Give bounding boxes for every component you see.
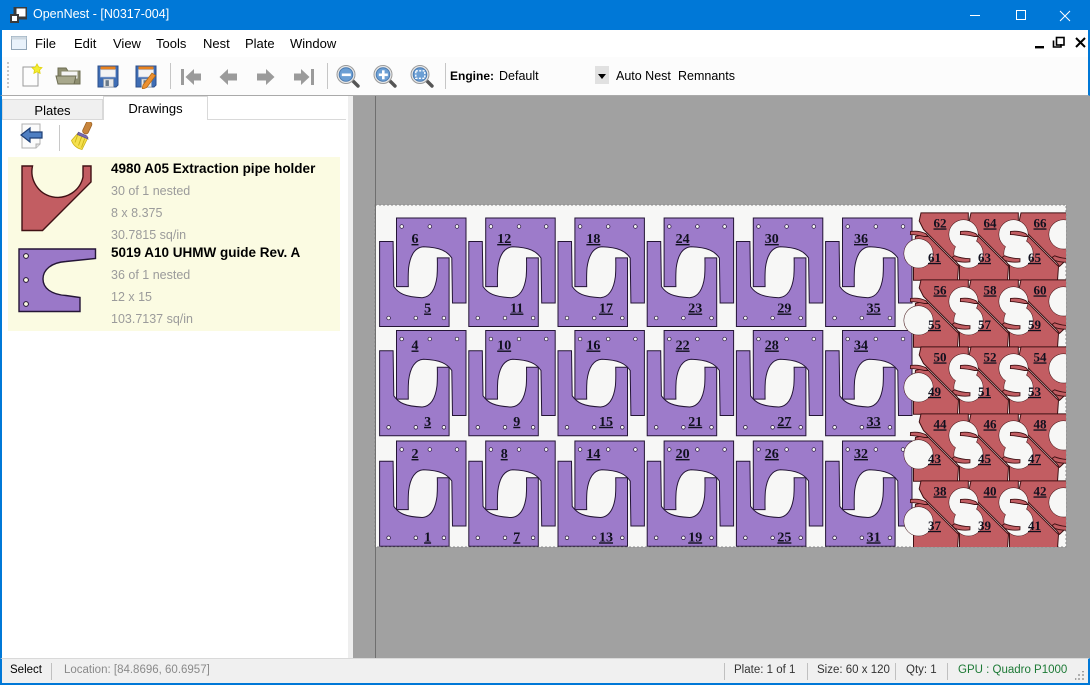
svg-text:21: 21	[688, 415, 702, 430]
svg-text:3: 3	[424, 415, 431, 430]
svg-text:42: 42	[1034, 483, 1047, 498]
svg-text:29: 29	[777, 302, 791, 317]
svg-text:62: 62	[934, 215, 947, 230]
svg-text:7: 7	[513, 530, 520, 545]
svg-text:33: 33	[867, 415, 881, 430]
svg-text:15: 15	[599, 415, 613, 430]
svg-text:47: 47	[1028, 451, 1042, 466]
svg-text:40: 40	[984, 483, 997, 498]
svg-text:4: 4	[412, 339, 419, 354]
svg-text:26: 26	[765, 447, 779, 462]
svg-text:27: 27	[777, 415, 791, 430]
svg-text:19: 19	[688, 530, 702, 545]
svg-text:55: 55	[928, 317, 942, 332]
svg-text:8: 8	[501, 447, 508, 462]
svg-text:22: 22	[676, 339, 690, 354]
svg-text:20: 20	[676, 447, 690, 462]
svg-text:11: 11	[510, 302, 523, 317]
svg-text:17: 17	[599, 302, 613, 317]
svg-text:59: 59	[1028, 317, 1042, 332]
svg-text:28: 28	[765, 339, 779, 354]
svg-text:52: 52	[984, 349, 997, 364]
svg-text:53: 53	[1028, 384, 1042, 399]
svg-text:18: 18	[586, 232, 600, 247]
svg-text:61: 61	[928, 250, 941, 265]
svg-text:54: 54	[1034, 349, 1048, 364]
svg-text:58: 58	[984, 282, 998, 297]
svg-text:43: 43	[928, 451, 942, 466]
svg-text:13: 13	[599, 530, 613, 545]
svg-text:34: 34	[854, 339, 868, 354]
svg-text:23: 23	[688, 302, 702, 317]
svg-text:35: 35	[867, 302, 881, 317]
svg-text:45: 45	[978, 451, 992, 466]
svg-text:38: 38	[934, 483, 948, 498]
svg-text:10: 10	[497, 339, 511, 354]
svg-text:41: 41	[1028, 518, 1041, 533]
svg-text:5: 5	[424, 302, 431, 317]
svg-text:49: 49	[928, 384, 942, 399]
svg-text:25: 25	[777, 530, 791, 545]
svg-text:9: 9	[513, 415, 520, 430]
svg-text:31: 31	[867, 530, 881, 545]
svg-text:30: 30	[765, 232, 779, 247]
svg-text:60: 60	[1034, 282, 1047, 297]
svg-text:48: 48	[1034, 416, 1048, 431]
svg-text:39: 39	[978, 518, 992, 533]
svg-text:37: 37	[928, 518, 942, 533]
svg-text:36: 36	[854, 232, 868, 247]
svg-text:16: 16	[586, 339, 600, 354]
svg-text:56: 56	[934, 282, 948, 297]
svg-text:51: 51	[978, 384, 991, 399]
svg-text:50: 50	[934, 349, 947, 364]
svg-text:32: 32	[854, 447, 868, 462]
svg-text:57: 57	[978, 317, 992, 332]
svg-text:63: 63	[978, 250, 992, 265]
svg-text:2: 2	[412, 447, 419, 462]
svg-text:44: 44	[934, 416, 948, 431]
svg-text:66: 66	[1034, 215, 1048, 230]
svg-text:6: 6	[412, 232, 419, 247]
svg-text:1: 1	[424, 530, 431, 545]
svg-text:12: 12	[497, 232, 511, 247]
svg-text:65: 65	[1028, 250, 1042, 265]
svg-text:46: 46	[984, 416, 998, 431]
svg-text:64: 64	[984, 215, 998, 230]
svg-text:24: 24	[676, 232, 690, 247]
svg-text:14: 14	[586, 447, 600, 462]
